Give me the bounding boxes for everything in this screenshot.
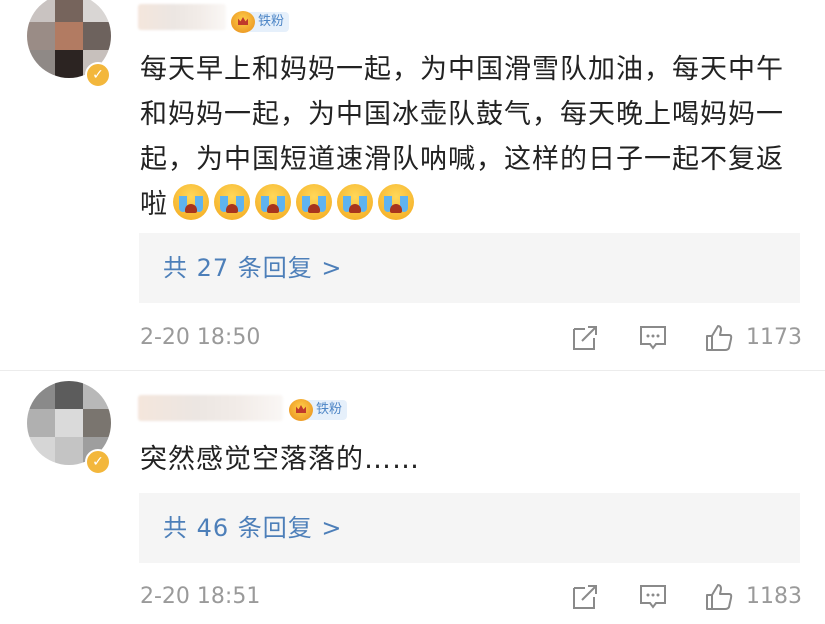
share-icon[interactable] [570, 582, 600, 612]
crying-emoji-icon [173, 184, 209, 220]
comment-text: 每天早上和妈妈一起，为中国滑雪队加油，每天中午和妈妈一起，为中国冰壶队鼓气，每天… [140, 54, 784, 220]
crying-emoji-icon [296, 184, 332, 220]
crown-icon [289, 399, 313, 421]
crying-emoji-icon [255, 184, 291, 220]
like-icon[interactable] [704, 582, 734, 612]
comment-icon[interactable] [638, 323, 668, 353]
crying-emoji-icon [214, 184, 250, 220]
comment-footer: 2-20 18:50 1173 [0, 318, 825, 358]
like-count: 1173 [746, 325, 802, 350]
crying-emoji-icon [337, 184, 373, 220]
timestamp: 2-20 18:50 [140, 325, 261, 350]
crown-icon [231, 11, 255, 33]
emoji-group [168, 184, 414, 220]
timestamp: 2-20 18:51 [140, 584, 261, 609]
comment-footer: 2-20 18:51 1183 [0, 577, 825, 617]
fan-badge: 铁粉 [289, 398, 348, 422]
username[interactable] [138, 4, 226, 30]
verified-icon: ✓ [85, 62, 111, 88]
username[interactable] [138, 395, 283, 421]
comment-item: ✓ 铁粉 突然感觉空落落的…… 共 46 条回复 > 2-20 18:51 11… [0, 371, 825, 624]
comment-icon[interactable] [638, 582, 668, 612]
comment-text: 突然感觉空落落的…… [140, 444, 420, 475]
view-replies-button[interactable]: 共 46 条回复 > [139, 493, 800, 563]
verified-icon: ✓ [85, 449, 111, 475]
fan-badge: 铁粉 [231, 10, 290, 34]
share-icon[interactable] [570, 323, 600, 353]
view-replies-button[interactable]: 共 27 条回复 > [139, 233, 800, 303]
like-icon[interactable] [704, 323, 734, 353]
like-count: 1183 [746, 584, 802, 609]
comment-item: ✓ 铁粉 每天早上和妈妈一起，为中国滑雪队加油，每天中午和妈妈一起，为中国冰壶队… [0, 0, 825, 370]
crying-emoji-icon [378, 184, 414, 220]
